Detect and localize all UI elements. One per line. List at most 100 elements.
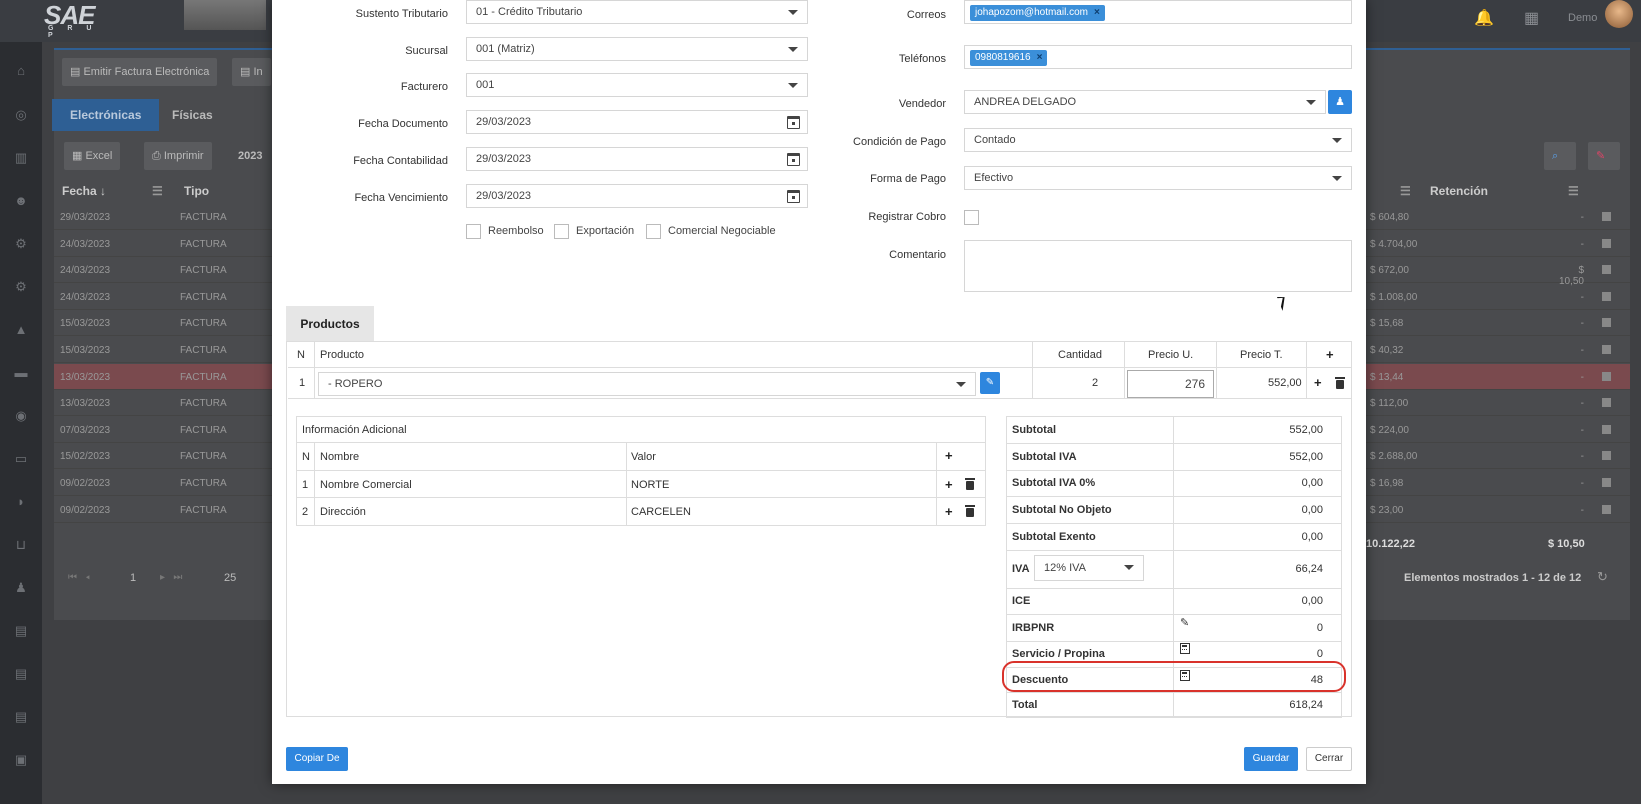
row-menu-icon[interactable] bbox=[1602, 291, 1611, 301]
exportacion-checkbox[interactable] bbox=[554, 224, 569, 239]
refresh-icon[interactable]: ↻ bbox=[1597, 569, 1608, 585]
purchases-icon[interactable]: ⚙ bbox=[12, 278, 30, 296]
column-retencion[interactable]: Retención bbox=[1430, 178, 1488, 204]
precio-u-input[interactable]: 276 bbox=[1127, 370, 1214, 398]
sales-icon[interactable]: ⚙ bbox=[12, 235, 30, 253]
product-cantidad[interactable]: 2 bbox=[1092, 377, 1098, 389]
guardar-button[interactable]: Guardar bbox=[1244, 747, 1298, 771]
invoice-icon[interactable]: ▬ bbox=[12, 364, 30, 382]
registrar-cobro-checkbox[interactable] bbox=[964, 210, 979, 225]
row-menu-icon[interactable] bbox=[1602, 451, 1611, 461]
users-icon[interactable]: ☻ bbox=[12, 192, 30, 210]
column-fecha[interactable]: Fecha ↓ bbox=[62, 178, 106, 204]
row-menu-icon[interactable] bbox=[1602, 265, 1611, 275]
search-icon[interactable]: ⌕ bbox=[1544, 142, 1576, 170]
reembolso-checkbox[interactable] bbox=[466, 224, 481, 239]
year-select[interactable]: 2023 bbox=[230, 142, 271, 170]
row-menu-icon[interactable] bbox=[1602, 212, 1611, 221]
tab-fisicas[interactable]: Físicas bbox=[154, 99, 231, 131]
email-chip[interactable]: johapozom@hotmail.com × bbox=[970, 5, 1105, 21]
form-select[interactable]: 001 (Matriz) bbox=[466, 37, 808, 61]
header-n: N bbox=[297, 349, 305, 361]
chart-icon[interactable]: ▥ bbox=[12, 149, 30, 167]
add-info-icon[interactable]: + bbox=[945, 449, 953, 462]
row-menu-icon[interactable] bbox=[1602, 478, 1611, 487]
book-icon[interactable]: ▤ bbox=[12, 622, 30, 640]
vendedor-select[interactable]: ANDREA DELGADO bbox=[964, 90, 1326, 114]
dashboard-icon[interactable]: ◎ bbox=[12, 106, 30, 124]
row-menu-icon[interactable] bbox=[1602, 238, 1611, 248]
emit-invoice-button[interactable]: ▤ Emitir Factura Electrónica bbox=[62, 58, 218, 86]
iva-select[interactable]: 12% IVA bbox=[1034, 555, 1144, 581]
row-menu-icon[interactable] bbox=[1602, 398, 1611, 408]
copiar-de-button[interactable]: Copiar De bbox=[286, 747, 348, 771]
per-page-select[interactable]: 25 bbox=[224, 572, 236, 584]
vendedor-person-button[interactable]: ♟ bbox=[1328, 90, 1352, 114]
column-tipo[interactable]: Tipo bbox=[184, 178, 209, 204]
report-icon[interactable]: ▤ bbox=[12, 665, 30, 683]
date-input[interactable]: 29/03/2023 bbox=[466, 110, 808, 134]
row-menu-icon[interactable] bbox=[1602, 345, 1611, 354]
forma-pago-select[interactable]: Efectivo bbox=[964, 166, 1352, 190]
grid-apps-icon[interactable]: ▦ bbox=[1524, 8, 1539, 28]
cart-icon[interactable]: ⊔ bbox=[12, 536, 30, 554]
eraser-icon[interactable]: ✎ bbox=[1588, 142, 1620, 170]
info-row-valor[interactable]: NORTE bbox=[631, 479, 669, 491]
total-value-servicio[interactable]: 0 bbox=[1230, 648, 1323, 660]
bank-icon[interactable]: ▲ bbox=[12, 321, 30, 339]
condicion-pago-select[interactable]: Contado bbox=[964, 128, 1352, 152]
form-select[interactable]: 01 - Crédito Tributario bbox=[466, 0, 808, 24]
reembolso-label: Reembolso bbox=[488, 225, 544, 237]
telefonos-input[interactable]: 0980819616 × bbox=[964, 45, 1352, 69]
filter-icon[interactable]: ☰ bbox=[1400, 178, 1411, 204]
total-value-irbpnr[interactable]: 0 bbox=[1230, 622, 1323, 634]
date-input[interactable]: 29/03/2023 bbox=[466, 184, 808, 208]
tab-productos[interactable]: Productos bbox=[286, 306, 374, 342]
filter-icon[interactable]: ☰ bbox=[1568, 178, 1579, 204]
date-input[interactable]: 29/03/2023 bbox=[466, 147, 808, 171]
row-menu-icon[interactable] bbox=[1602, 504, 1611, 514]
correos-input[interactable]: johapozom@hotmail.com × bbox=[964, 0, 1352, 24]
import-button[interactable]: ▤ In bbox=[232, 58, 271, 86]
form-select[interactable]: 001 bbox=[466, 73, 808, 97]
form-label: Fecha Contabilidad bbox=[353, 155, 448, 167]
row-menu-icon[interactable] bbox=[1602, 371, 1611, 381]
comentario-textarea[interactable] bbox=[964, 240, 1352, 292]
comercial-negociable-checkbox[interactable] bbox=[646, 224, 661, 239]
shield-icon[interactable]: ◗ bbox=[12, 493, 30, 511]
phone-chip[interactable]: 0980819616 × bbox=[970, 50, 1048, 66]
user-name[interactable]: Demo bbox=[1568, 12, 1597, 24]
info-row-valor[interactable]: CARCELEN bbox=[631, 506, 691, 518]
bell-icon[interactable]: 🔔 bbox=[1474, 8, 1494, 28]
pencil-icon[interactable]: ✎ bbox=[1180, 616, 1189, 629]
table-icon[interactable]: ▤ bbox=[12, 708, 30, 726]
settings-icon[interactable]: ◉ bbox=[12, 407, 30, 425]
briefcase-icon[interactable]: ▣ bbox=[12, 751, 30, 769]
filter-icon[interactable]: ☰ bbox=[152, 178, 163, 204]
trash-icon[interactable] bbox=[1335, 377, 1345, 389]
tab-electronicas[interactable]: Electrónicas bbox=[52, 99, 160, 131]
row-menu-icon[interactable] bbox=[1602, 318, 1611, 328]
trash-icon[interactable] bbox=[965, 505, 975, 517]
cerrar-button[interactable]: Cerrar bbox=[1306, 747, 1352, 771]
avatar[interactable] bbox=[1605, 0, 1633, 28]
add-row-icon[interactable]: + bbox=[1314, 376, 1322, 389]
calculator-icon[interactable] bbox=[1180, 643, 1190, 654]
add-product-icon[interactable]: + bbox=[1326, 348, 1334, 361]
person-icon[interactable]: ♟ bbox=[12, 579, 30, 597]
edit-product-button[interactable]: ✎ bbox=[980, 372, 1000, 394]
product-select[interactable]: - ROPERO bbox=[318, 372, 976, 396]
print-button[interactable]: ⎙ Imprimir bbox=[144, 142, 212, 170]
list-icon[interactable]: ▭ bbox=[12, 450, 30, 468]
excel-button[interactable]: ▦ Excel bbox=[64, 142, 121, 170]
banner-image bbox=[184, 0, 266, 30]
page-number[interactable]: 1 bbox=[130, 572, 136, 584]
home-icon[interactable]: ⌂ bbox=[12, 62, 30, 80]
add-info-row-icon[interactable]: + bbox=[945, 478, 953, 491]
add-info-row-icon[interactable]: + bbox=[945, 505, 953, 518]
info-row-nombre[interactable]: Dirección bbox=[320, 506, 366, 518]
trash-icon[interactable] bbox=[965, 478, 975, 490]
info-title: Información Adicional bbox=[302, 424, 407, 436]
row-menu-icon[interactable] bbox=[1602, 424, 1611, 434]
info-row-nombre[interactable]: Nombre Comercial bbox=[320, 479, 412, 491]
